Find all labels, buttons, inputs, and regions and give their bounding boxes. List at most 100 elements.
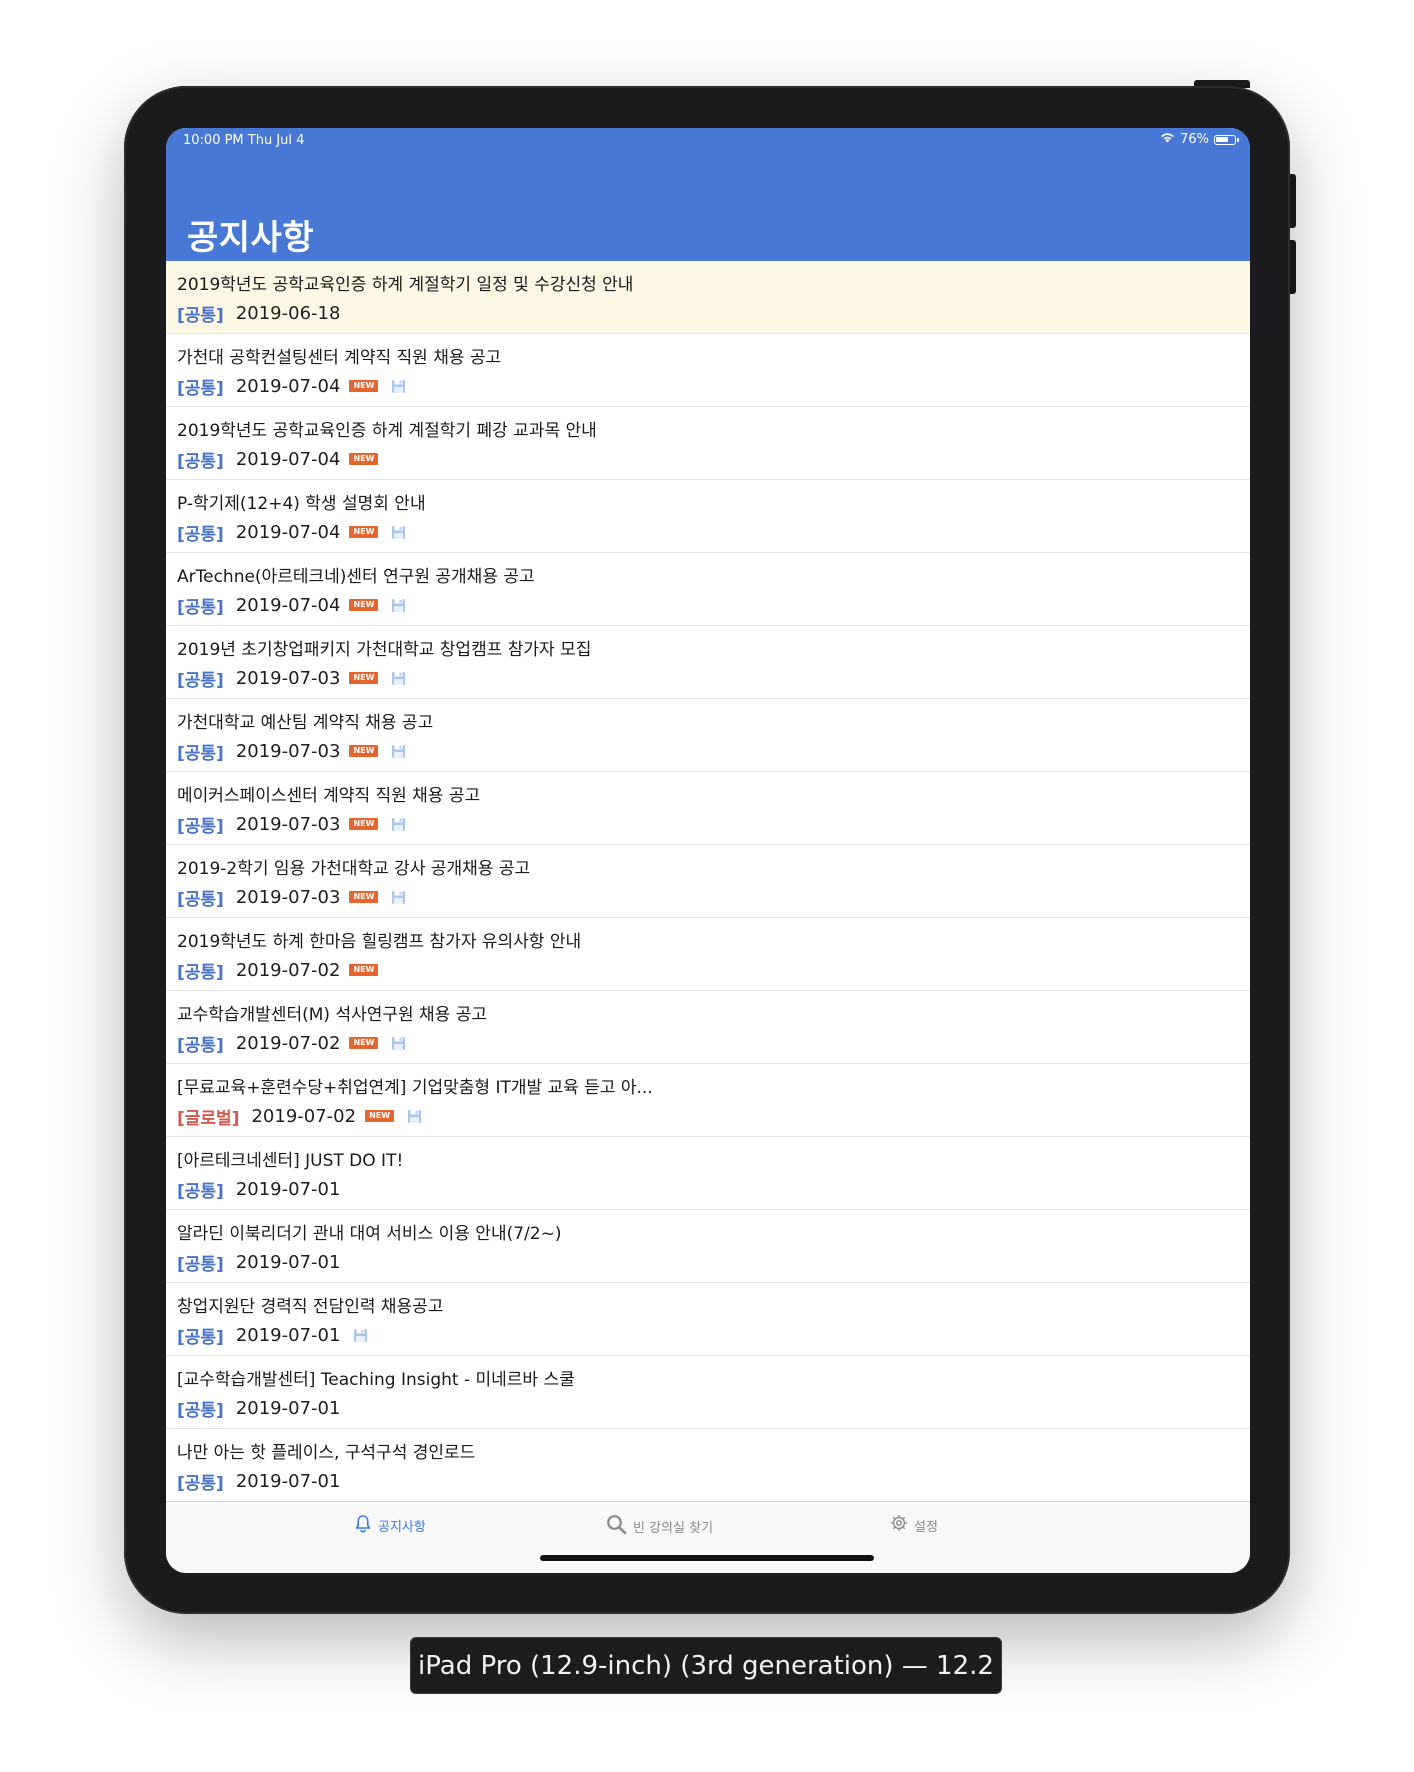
tab-find-classroom[interactable]: 빈 강의실 찾기 — [606, 1514, 713, 1539]
attachment-icon — [352, 1327, 368, 1343]
notice-title: P-학기제(12+4) 학생 설명회 안내 — [177, 494, 426, 514]
attachment-icon — [390, 670, 406, 686]
notice-list[interactable]: 2019학년도 공학교육인증 하계 계절학기 일정 및 수강신청 안내 [공통] 2… — [166, 261, 1250, 1573]
category-badge: [공통] — [177, 670, 224, 691]
new-badge: NEW — [349, 380, 379, 392]
new-badge: NEW — [349, 672, 379, 684]
category-badge: [공통] — [177, 889, 224, 910]
category-badge: [글로벌] — [177, 1108, 240, 1129]
tab-settings[interactable]: 설정 — [890, 1514, 938, 1536]
category-badge: [공통] — [177, 1254, 224, 1275]
notice-title: 2019학년도 공학교육인증 하계 계절학기 폐강 교과목 안내 — [177, 421, 597, 441]
notice-meta: [공통] 2019-07-04 NEW — [177, 521, 406, 545]
notice-meta: [글로벌] 2019-07-02 NEW — [177, 1105, 422, 1129]
notice-date: 2019-07-03 — [235, 740, 341, 762]
new-badge: NEW — [349, 526, 379, 538]
category-badge: [공통] — [177, 962, 224, 983]
category-badge: [공통] — [177, 1181, 224, 1202]
notice-meta: [공통] 2019-07-01 — [177, 1178, 340, 1202]
notice-row[interactable]: P-학기제(12+4) 학생 설명회 안내 [공통] 2019-07-04 NEW — [166, 480, 1250, 553]
notice-date: 2019-06-18 — [235, 302, 341, 324]
notice-row[interactable]: 메이커스페이스센터 계약직 직원 채용 공고 [공통] 2019-07-03 NEW — [166, 772, 1250, 845]
notice-title: 2019학년도 하계 한마음 힐링캠프 참가자 유의사항 안내 — [177, 932, 582, 952]
notice-meta: [공통] 2019-07-01 — [177, 1397, 341, 1421]
home-indicator[interactable] — [540, 1555, 874, 1561]
notice-title: [아르테크네센터] JUST DO IT! — [177, 1151, 404, 1171]
battery-percent: 76% — [1180, 132, 1209, 147]
new-badge: NEW — [349, 1037, 379, 1049]
notice-row[interactable]: 나만 아는 핫 플레이스, 구석구석 경인로드 [공통] 2019-07-01 — [166, 1429, 1250, 1502]
notice-row[interactable]: 가천대 공학컨설팅센터 계약직 직원 채용 공고 [공통] 2019-07-04 NE… — [166, 334, 1250, 407]
category-badge: [공통] — [177, 451, 224, 472]
notice-row[interactable]: 가천대학교 예산팀 계약직 채용 공고 [공통] 2019-07-03 NEW — [166, 699, 1250, 772]
notice-row[interactable]: 2019년 초기창업패키지 가천대학교 창업캠프 참가자 모집 [공통] 2019-… — [166, 626, 1250, 699]
notice-title: ArTechne(아르테크네)센터 연구원 공개채용 공고 — [177, 567, 535, 587]
notice-row[interactable]: 2019학년도 하계 한마음 힐링캠프 참가자 유의사항 안내 [공통] 2019-… — [166, 918, 1250, 991]
notice-row[interactable]: 알라딘 이북리더기 관내 대여 서비스 이용 안내(7/2~) [공통] 2019-… — [166, 1210, 1250, 1283]
notice-meta: [공통] 2019-07-03 NEW — [177, 813, 406, 837]
category-badge: [공통] — [177, 1400, 224, 1421]
notice-date: 2019-07-02 — [251, 1105, 357, 1127]
notice-title: 교수학습개발센터(M) 석사연구원 채용 공고 — [177, 1005, 488, 1025]
notice-row[interactable]: ArTechne(아르테크네)센터 연구원 공개채용 공고 [공통] 2019-07… — [166, 553, 1250, 626]
attachment-icon — [390, 597, 406, 613]
wifi-icon — [1160, 132, 1175, 147]
category-badge: [공통] — [177, 816, 224, 837]
attachment-icon — [390, 1035, 406, 1051]
notice-row[interactable]: 창업지원단 경력직 전담인력 채용공고 [공통] 2019-07-01 — [166, 1283, 1250, 1356]
tab-notices[interactable]: 공지사항 — [354, 1514, 426, 1537]
app-screen: 10:00 PM Thu Jul 4 76% 공지사항 2019학년도 공학교육… — [166, 128, 1250, 1573]
notice-row[interactable]: [아르테크네센터] JUST DO IT! [공통] 2019-07-01 — [166, 1137, 1250, 1210]
notice-date: 2019-07-03 — [235, 813, 341, 835]
notice-title: 가천대학교 예산팀 계약직 채용 공고 — [177, 713, 434, 733]
notice-title: [교수학습개발센터] Teaching Insight - 미네르바 스쿨 — [177, 1370, 575, 1390]
attachment-icon — [390, 524, 406, 540]
notice-meta: [공통] 2019-07-03 NEW — [177, 740, 406, 764]
category-badge: [공통] — [177, 305, 224, 326]
notice-date: 2019-07-02 — [235, 1032, 341, 1054]
notice-title: 2019학년도 공학교육인증 하계 계절학기 일정 및 수강신청 안내 — [177, 275, 634, 295]
notice-title: 2019-2학기 임용 가천대학교 강사 공개채용 공고 — [177, 859, 531, 879]
notice-row[interactable]: 2019학년도 공학교육인증 하계 계절학기 폐강 교과목 안내 [공통] 2019… — [166, 407, 1250, 480]
notice-date: 2019-07-01 — [235, 1397, 341, 1419]
notice-meta: [공통] 2019-07-02 NEW — [177, 959, 379, 983]
battery-cap — [1237, 137, 1239, 142]
gear-icon — [890, 1514, 908, 1536]
notice-date: 2019-07-04 — [235, 521, 341, 543]
notice-meta: [공통] 2019-07-01 — [177, 1470, 340, 1494]
notice-date: 2019-07-03 — [235, 886, 341, 908]
device-label: iPad Pro (12.9-inch) (3rd generation) — … — [410, 1637, 1002, 1694]
notice-title: 알라딘 이북리더기 관내 대여 서비스 이용 안내(7/2~) — [177, 1224, 562, 1244]
battery-level — [1216, 136, 1228, 142]
bell-icon — [354, 1514, 372, 1537]
new-badge: NEW — [349, 964, 379, 976]
notice-meta: [공통] 2019-07-04 NEW — [177, 448, 379, 472]
notice-title: 2019년 초기창업패키지 가천대학교 창업캠프 참가자 모집 — [177, 640, 592, 660]
status-time: 10:00 PM Thu Jul 4 — [183, 133, 305, 148]
attachment-icon — [390, 889, 406, 905]
notice-meta: [공통] 2019-07-01 — [177, 1324, 368, 1348]
notice-date: 2019-07-01 — [235, 1251, 341, 1273]
notice-title: 나만 아는 핫 플레이스, 구석구석 경인로드 — [177, 1443, 476, 1463]
notice-meta: [공통] 2019-06-18 — [177, 302, 341, 326]
notice-row[interactable]: [무료교육+훈련수당+취업연계] 기업맞춤형 IT개발 교육 듣고 아... [글… — [166, 1064, 1250, 1137]
category-badge: [공통] — [177, 597, 224, 618]
notice-row[interactable]: 2019학년도 공학교육인증 하계 계절학기 일정 및 수강신청 안내 [공통] 2… — [166, 261, 1250, 334]
notice-date: 2019-07-04 — [235, 448, 341, 470]
notice-date: 2019-07-04 — [235, 375, 341, 397]
attachment-icon — [390, 816, 406, 832]
notice-row[interactable]: 2019-2학기 임용 가천대학교 강사 공개채용 공고 [공통] 2019-07-… — [166, 845, 1250, 918]
attachment-icon — [390, 743, 406, 759]
new-badge: NEW — [349, 891, 379, 903]
battery-icon — [1214, 134, 1239, 145]
new-badge: NEW — [349, 745, 379, 757]
search-icon — [606, 1514, 627, 1539]
notice-row[interactable]: 교수학습개발센터(M) 석사연구원 채용 공고 [공통] 2019-07-02 NEW — [166, 991, 1250, 1064]
notice-meta: [공통] 2019-07-01 — [177, 1251, 341, 1275]
notice-title: 가천대 공학컨설팅센터 계약직 직원 채용 공고 — [177, 348, 502, 368]
category-badge: [공통] — [177, 1327, 224, 1348]
category-badge: [공통] — [177, 378, 224, 399]
notice-meta: [공통] 2019-07-04 NEW — [177, 375, 406, 399]
new-badge: NEW — [349, 453, 379, 465]
notice-row[interactable]: [교수학습개발센터] Teaching Insight - 미네르바 스쿨 [공통… — [166, 1356, 1250, 1429]
